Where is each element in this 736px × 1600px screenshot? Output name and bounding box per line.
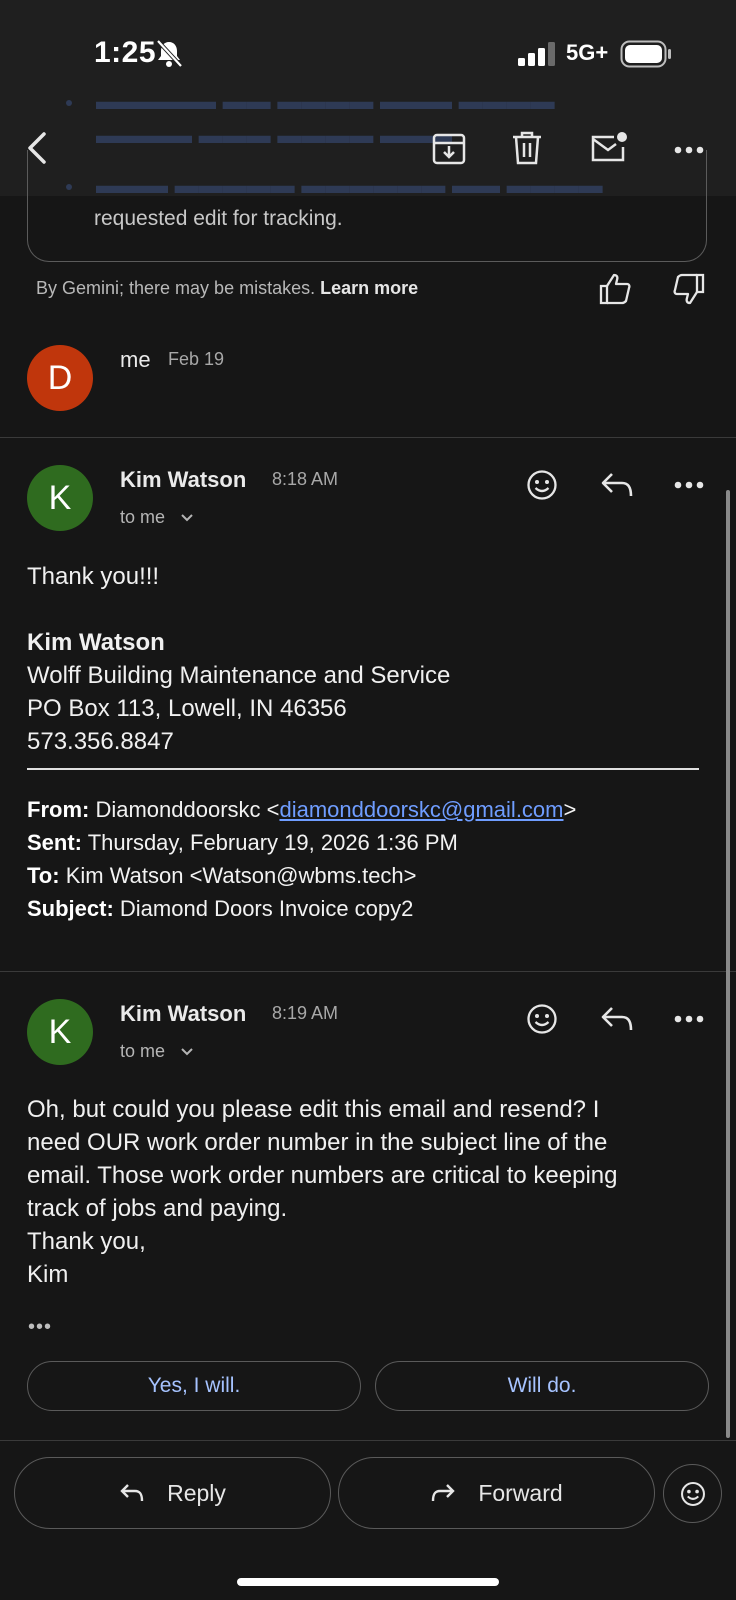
scrollbar[interactable]	[726, 490, 730, 1438]
divider	[0, 1440, 736, 1441]
body-line: need OUR work order number in the subjec…	[27, 1129, 608, 1156]
learn-more-link[interactable]: Learn more	[320, 278, 418, 298]
battery-icon	[620, 40, 672, 68]
email-link[interactable]: diamonddoorskc@gmail.com	[279, 797, 563, 822]
bullet	[66, 100, 72, 106]
forward-label: Forward	[478, 1479, 563, 1506]
smart-reply-button[interactable]: Will do.	[375, 1361, 709, 1411]
home-indicator[interactable]	[237, 1578, 499, 1586]
signature-phone: 573.356.8847	[27, 728, 174, 755]
sender-name: me	[120, 347, 151, 372]
forward-icon	[430, 1482, 456, 1504]
recipient-toggle[interactable]: to me	[120, 1041, 194, 1062]
message-body: Thank you!!!	[27, 563, 160, 590]
quoted-sent: Sent: Thursday, February 19, 2026 1:36 P…	[27, 830, 458, 855]
quoted-from: From: Diamonddoorskc <diamonddoorskc@gma…	[27, 797, 577, 822]
reply-button[interactable]: Reply	[14, 1457, 331, 1529]
divider	[0, 971, 736, 972]
signature-address: PO Box 113, Lowell, IN 46356	[27, 695, 347, 722]
reply-label: Reply	[167, 1479, 226, 1506]
avatar[interactable]: K	[27, 999, 93, 1065]
message-body: Oh, but could you please edit this email…	[27, 1093, 617, 1291]
smart-reply-button[interactable]: Yes, I will.	[27, 1361, 361, 1411]
signature-name: Kim Watson	[27, 629, 165, 656]
quoted-subject: Subject: Diamond Doors Invoice copy2	[27, 896, 414, 921]
recipient-label: to me	[120, 507, 166, 527]
reply-icon	[119, 1482, 145, 1504]
more-options-icon[interactable]	[674, 1015, 704, 1023]
quoted-to: To: Kim Watson <Watson@wbms.tech>	[27, 863, 417, 888]
message-time: 8:19 AM	[272, 1003, 339, 1023]
network-type: 5G+	[566, 40, 609, 65]
more-options-icon[interactable]	[674, 481, 704, 489]
divider	[0, 437, 736, 438]
body-line: Kim	[27, 1261, 69, 1288]
body-line: track of jobs and paying.	[27, 1195, 288, 1222]
emoji-react-icon[interactable]	[526, 469, 558, 501]
thumbs-up-icon[interactable]	[598, 272, 632, 306]
email-signature: Kim Watson Wolff Building Maintenance an…	[27, 626, 450, 758]
status-time: 1:25	[94, 36, 157, 69]
show-trimmed-content-button[interactable]: •••	[28, 1316, 52, 1339]
emoji-react-icon[interactable]	[526, 1003, 558, 1035]
bell-off-icon	[155, 38, 183, 68]
sender-name: Kim Watson	[120, 467, 247, 492]
chevron-down-icon	[180, 513, 194, 523]
quoted-header: From: Diamonddoorskc <diamonddoorskc@gma…	[27, 793, 576, 925]
chevron-down-icon	[180, 1047, 194, 1057]
sender-name: Kim Watson	[120, 1001, 247, 1026]
avatar[interactable]: K	[27, 465, 93, 531]
message-date: Feb 19	[168, 349, 225, 369]
body-line: email. Those work order numbers are crit…	[27, 1162, 618, 1189]
forward-button[interactable]: Forward	[338, 1457, 655, 1529]
hidden-summary-line: ▬▬▬▬ ▬▬▬ ▬▬▬▬ ▬▬▬	[96, 122, 453, 149]
summary-card	[27, 150, 707, 262]
disclaimer-text: By Gemini; there may be mistakes.	[36, 278, 316, 298]
emoji-react-button[interactable]	[663, 1464, 722, 1523]
thumbs-down-icon[interactable]	[672, 272, 706, 306]
avatar[interactable]: D	[27, 345, 93, 411]
recipient-label: to me	[120, 1041, 166, 1061]
emoji-icon	[680, 1481, 706, 1507]
signal-icon	[518, 42, 556, 66]
gemini-disclaimer: By Gemini; there may be mistakes. Learn …	[36, 278, 418, 299]
body-line: Oh, but could you please edit this email…	[27, 1096, 600, 1123]
reply-icon[interactable]	[600, 1005, 634, 1033]
summary-text: requested edit for tracking.	[94, 207, 343, 230]
reply-icon[interactable]	[600, 471, 634, 499]
message-time: 8:18 AM	[272, 469, 339, 489]
body-line: Thank you,	[27, 1228, 146, 1255]
signature-company: Wolff Building Maintenance and Service	[27, 662, 451, 689]
recipient-toggle[interactable]: to me	[120, 507, 194, 528]
quote-separator	[27, 768, 699, 770]
hidden-summary-line: ▬▬▬▬▬ ▬▬ ▬▬▬▬ ▬▬▬ ▬▬▬▬	[96, 88, 555, 115]
